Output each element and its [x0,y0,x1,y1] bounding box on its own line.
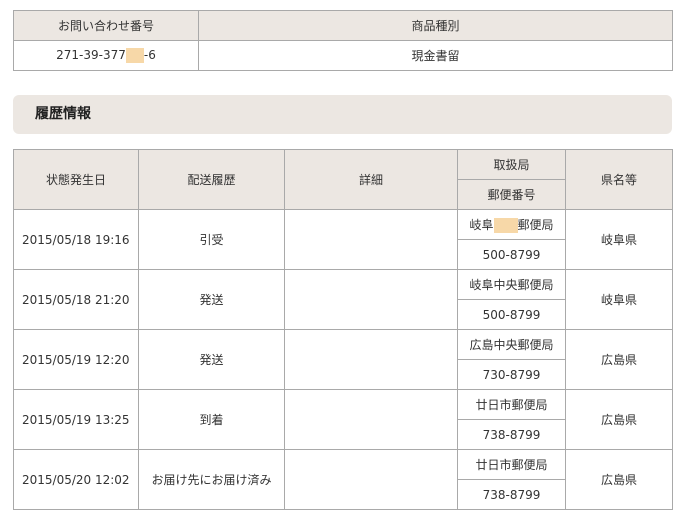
row-office: 廿日市郵便局 [457,389,566,420]
item-type: 現金書留 [198,40,673,71]
row-office: 岐阜中央郵便局 [457,269,566,300]
table-row: 2015/05/19 13:25 到着 廿日市郵便局 広島県 [13,389,673,450]
row-status: 引受 [138,209,285,270]
office-name-suffix: 郵便局 [517,218,554,232]
inquiry-number-prefix: 271-39-377 [56,48,126,62]
row-office: 廿日市郵便局 [457,449,566,480]
inquiry-number-suffix: -6 [143,48,156,62]
row-date: 2015/05/18 21:20 [13,269,139,330]
inquiry-number: 271-39-377 -6 [13,40,199,71]
detail-header: 詳細 [284,149,458,210]
table-row: 2015/05/18 21:20 発送 岐阜中央郵便局 岐阜県 [13,269,673,330]
row-prefecture: 広島県 [565,389,673,450]
redaction-mark [493,218,518,233]
table-row: 2015/05/20 12:02 お届け先にお届け済み 廿日市郵便局 広島県 [13,449,673,510]
row-detail [284,269,458,330]
history-section-title: 履歴情報 [13,95,672,134]
row-status: 到着 [138,389,285,450]
row-postal-code: 500-8799 [457,239,566,270]
office-name-prefix: 岐阜 [469,218,494,232]
row-detail [284,389,458,450]
date-header: 状態発生日 [13,149,139,210]
row-status: 発送 [138,329,285,390]
row-detail [284,449,458,510]
status-header: 配送履歴 [138,149,285,210]
row-office: 岐阜 郵便局 [457,209,566,240]
row-postal-code: 730-8799 [457,359,566,390]
summary-table: お問い合わせ番号 商品種別 271-39-377 -6 現金書留 [13,10,673,71]
row-prefecture: 岐阜県 [565,209,673,270]
row-postal-code: 500-8799 [457,299,566,330]
history-table: 状態発生日 配送履歴 詳細 取扱局 県名等 郵便番号 2015/05/18 19… [13,149,673,510]
row-date: 2015/05/19 12:20 [13,329,139,390]
row-status: 発送 [138,269,285,330]
postal-code-header: 郵便番号 [457,179,566,210]
row-date: 2015/05/19 13:25 [13,389,139,450]
prefecture-header: 県名等 [565,149,673,210]
row-date: 2015/05/18 19:16 [13,209,139,270]
row-postal-code: 738-8799 [457,419,566,450]
table-row: 2015/05/19 12:20 発送 広島中央郵便局 広島県 [13,329,673,390]
row-prefecture: 岐阜県 [565,269,673,330]
redaction-mark [125,48,144,63]
row-date: 2015/05/20 12:02 [13,449,139,510]
table-row: 2015/05/18 19:16 引受 岐阜 郵便局 岐阜県 [13,209,673,270]
row-prefecture: 広島県 [565,449,673,510]
inquiry-number-header: お問い合わせ番号 [13,10,199,41]
row-detail [284,209,458,270]
row-postal-code: 738-8799 [457,479,566,510]
row-detail [284,329,458,390]
row-office: 広島中央郵便局 [457,329,566,360]
item-type-header: 商品種別 [198,10,673,41]
row-status: お届け先にお届け済み [138,449,285,510]
row-prefecture: 広島県 [565,329,673,390]
office-header: 取扱局 [457,149,566,180]
